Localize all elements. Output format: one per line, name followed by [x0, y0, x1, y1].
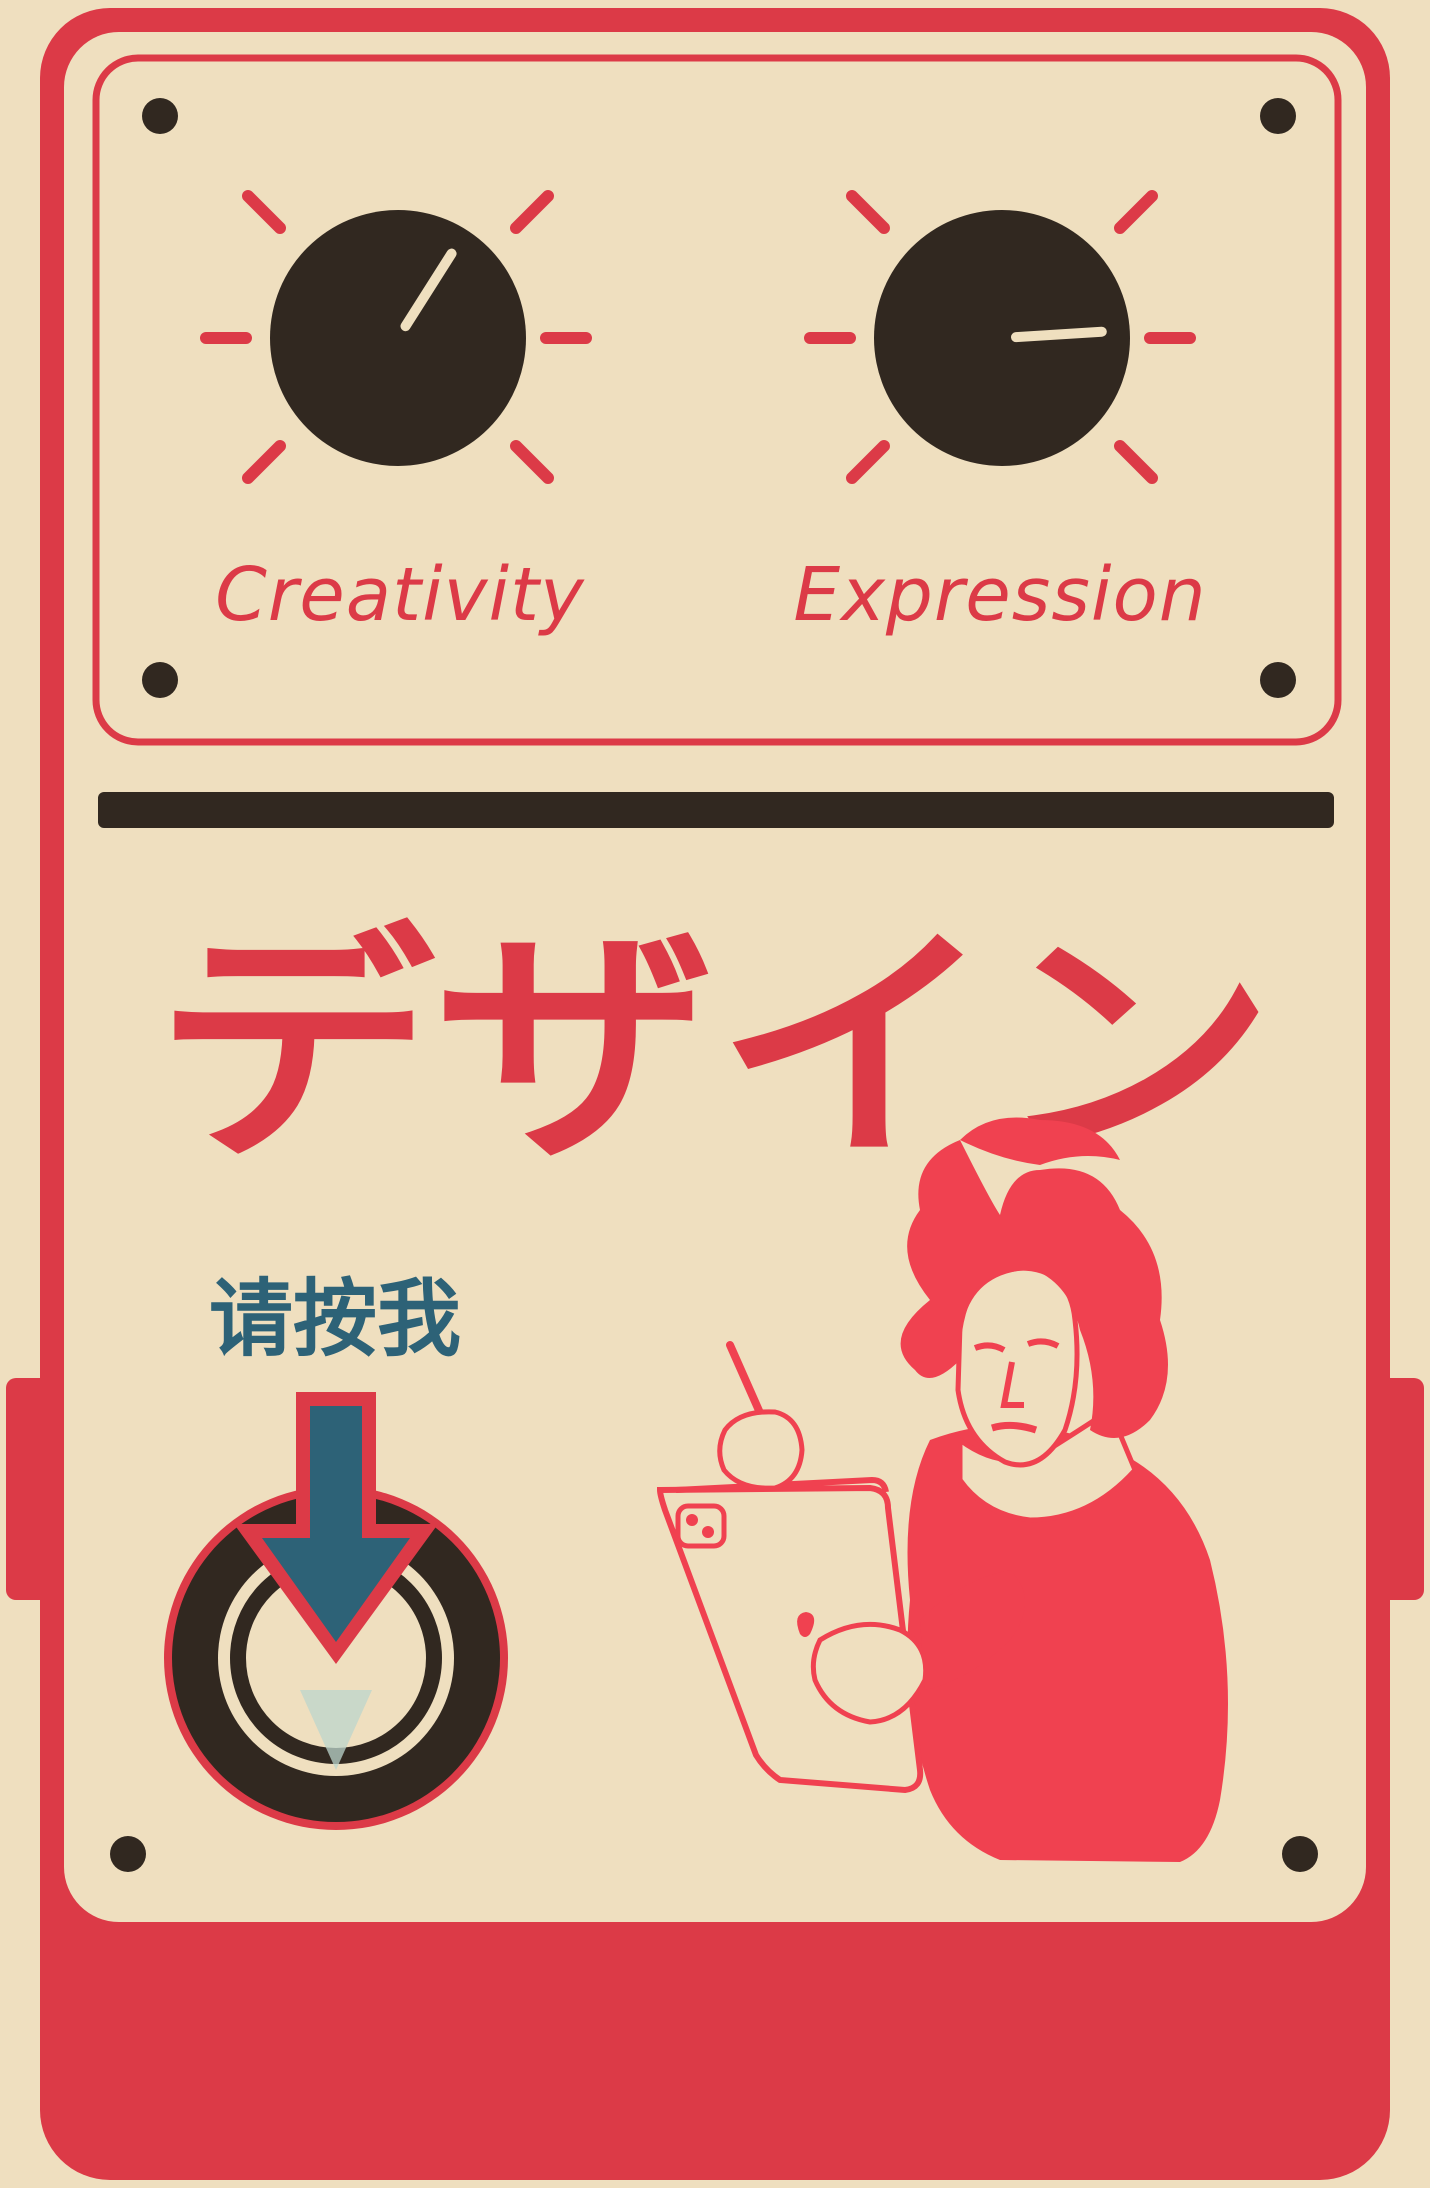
- screw-icon: [1282, 1836, 1318, 1872]
- screw-icon: [1260, 662, 1296, 698]
- knob-label-expression: Expression: [793, 552, 1206, 638]
- divider-bar: [98, 792, 1334, 828]
- knob-indicator: [1010, 326, 1107, 343]
- knob-dial: [270, 210, 526, 466]
- screw-icon: [1260, 98, 1296, 134]
- press-me-label: 请按我: [209, 1270, 461, 1368]
- guitar-pedal: Creativity Expression デザイン 请按我: [6, 8, 1424, 2180]
- screw-icon: [110, 1836, 146, 1872]
- screw-icon: [142, 98, 178, 134]
- knob-label-creativity: Creativity: [215, 552, 585, 638]
- knob-dial: [874, 210, 1130, 466]
- screw-icon: [142, 662, 178, 698]
